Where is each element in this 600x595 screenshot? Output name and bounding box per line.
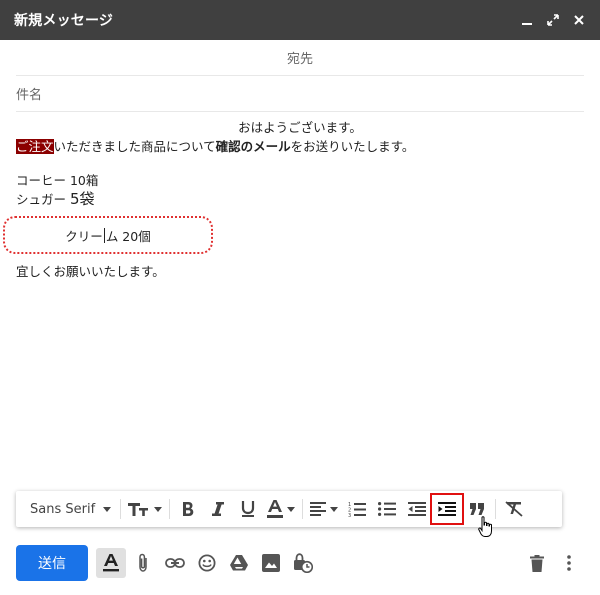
remove-formatting-button[interactable] (499, 495, 529, 523)
numbered-list-icon: 123 (348, 502, 367, 517)
minimize-icon[interactable] (516, 9, 538, 31)
body-text: いただきました商品について (53, 139, 216, 154)
insert-drive-button[interactable] (224, 548, 254, 578)
toolbar-divider (495, 499, 497, 519)
font-family-select[interactable]: Sans Serif (22, 495, 117, 523)
indent-less-icon (408, 502, 427, 516)
insert-link-button[interactable] (160, 548, 190, 578)
compose-actions: 送信 (16, 544, 584, 582)
emoji-icon (198, 554, 216, 572)
attach-file-button[interactable] (128, 548, 158, 578)
toolbar-divider (302, 499, 304, 519)
compose-titlebar: 新規メッセージ (0, 0, 600, 40)
italic-icon (212, 502, 225, 516)
body-text: をお送りいたします。 (290, 139, 415, 154)
dropdown-arrow-icon (154, 506, 163, 512)
body-closing: 宜しくお願いいたします。 (16, 264, 165, 279)
insert-emoji-button[interactable] (192, 548, 222, 578)
dropdown-arrow-icon (103, 506, 112, 512)
bold-icon (183, 502, 194, 516)
message-body[interactable]: おはようございます。 ご注文いただきました商品について確認のメールをお送りいたし… (16, 118, 584, 209)
bold-text: 確認のメール (215, 139, 291, 154)
indent-less-button[interactable] (402, 495, 432, 523)
remove-formatting-icon (505, 501, 523, 517)
highlighted-text: ご注文 (16, 139, 54, 154)
underline-icon (242, 501, 255, 517)
drive-icon (230, 555, 248, 571)
font-family-label: Sans Serif (30, 501, 96, 517)
dropdown-arrow-icon (330, 506, 339, 512)
body-greeting: おはようございます。 (238, 120, 362, 135)
body-text: クリー (65, 228, 103, 244)
more-options-button[interactable] (554, 548, 584, 578)
quote-icon (470, 503, 485, 515)
close-icon[interactable] (568, 9, 590, 31)
hand-cursor-icon (478, 516, 494, 542)
svg-text:3: 3 (348, 513, 351, 517)
underline-button[interactable] (233, 495, 263, 523)
text-caret (103, 227, 105, 243)
body-text: ム 20個 (105, 228, 151, 244)
bulleted-list-button[interactable] (372, 495, 402, 523)
insert-photo-button[interactable] (256, 548, 286, 578)
indent-more-icon (438, 502, 457, 516)
numbered-list-button[interactable]: 123 (342, 495, 372, 523)
text-color-button[interactable] (263, 495, 299, 523)
large-text: 5袋 (69, 190, 95, 208)
bold-button[interactable] (173, 495, 203, 523)
body-text: シュガー (16, 192, 70, 207)
italic-button[interactable] (203, 495, 233, 523)
confidential-mode-button[interactable] (288, 548, 318, 578)
more-vert-icon (567, 555, 571, 571)
subject-field[interactable]: 件名 (16, 76, 584, 112)
send-button[interactable]: 送信 (16, 545, 88, 581)
formatting-options-button[interactable] (96, 548, 126, 578)
bulleted-list-icon (378, 502, 397, 516)
paperclip-icon (139, 553, 147, 572)
align-left-icon (310, 502, 327, 516)
body-line-2: ご注文いただきました商品について確認のメールをお送りいたします。 (16, 137, 584, 156)
subject-placeholder: 件名 (16, 88, 43, 103)
to-placeholder: 宛先 (286, 52, 313, 67)
lock-clock-icon (294, 553, 313, 573)
toolbar-divider (169, 499, 171, 519)
body-item-cream-selection[interactable]: クリーム 20個 (3, 216, 213, 254)
body-item-sugar: シュガー 5袋 (16, 190, 584, 209)
discard-draft-button[interactable] (522, 548, 552, 578)
align-button[interactable] (306, 495, 342, 523)
to-field[interactable]: 宛先 (16, 40, 584, 76)
dropdown-arrow-icon (287, 506, 296, 512)
expand-icon[interactable] (542, 9, 564, 31)
trash-icon (530, 554, 544, 572)
body-item-coffee: コーヒー 10箱 (16, 173, 99, 188)
window-title: 新規メッセージ (14, 13, 114, 29)
text-color-icon (267, 500, 284, 518)
toolbar-divider (120, 499, 122, 519)
link-icon (165, 558, 185, 568)
indent-more-button[interactable] (430, 493, 465, 525)
text-format-icon (103, 554, 119, 572)
text-size-icon (128, 503, 149, 516)
font-size-button[interactable] (124, 495, 166, 523)
photo-icon (262, 554, 280, 572)
